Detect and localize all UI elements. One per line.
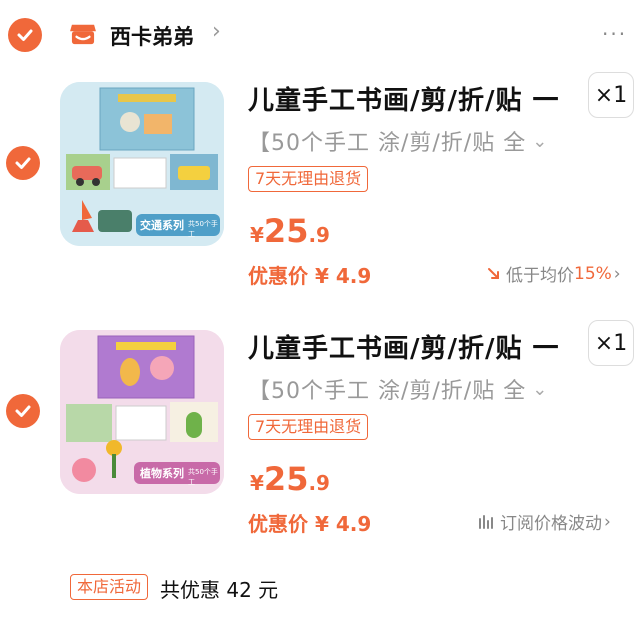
select-item-checkbox[interactable] — [6, 394, 40, 428]
check-icon — [15, 405, 31, 417]
price-integer: 25 — [263, 460, 309, 498]
price-currency: ¥ — [250, 223, 264, 247]
price-integer: 25 — [263, 212, 309, 250]
promo-price: 优惠价 ¥ 4.9 — [248, 512, 372, 536]
product-title[interactable]: 儿童手工书画/剪/折/贴 一 — [248, 80, 560, 117]
more-options-icon[interactable]: ··· — [602, 22, 627, 46]
price-decimal: .9 — [308, 471, 330, 495]
note-percent: 15% — [574, 263, 612, 284]
return-policy-badge: 7天无理由退货 — [248, 414, 369, 440]
promo-price: 优惠价 ¥ 4.9 — [248, 264, 372, 288]
select-item-checkbox[interactable] — [6, 146, 40, 180]
note-chevron-icon: › — [604, 511, 611, 532]
return-policy-badge: 7天无理由退货 — [248, 166, 369, 192]
quantity-button[interactable]: ×1 — [588, 72, 634, 118]
product-price: ¥25.9 — [250, 212, 330, 250]
thumbnail-caption: 植物系列 — [140, 467, 184, 480]
dropdown-chevron-icon: ⌄ — [532, 378, 548, 400]
product-spec-text: 【50个手工 涂/剪/折/贴 全 — [248, 379, 527, 404]
shop-name[interactable]: 西卡弟弟 — [110, 21, 194, 51]
price-currency: ¥ — [250, 471, 264, 495]
thumbnail-caption: 交通系列 — [140, 219, 184, 232]
price-decimal: .9 — [308, 223, 330, 247]
price-chart-icon — [479, 514, 493, 529]
trend-down-icon — [488, 267, 499, 279]
total-discount-text: 共优惠 42 元 — [160, 578, 279, 602]
subscribe-price-alert[interactable]: 订阅价格波动 › — [478, 509, 611, 534]
shop-chevron-icon[interactable]: › — [212, 19, 221, 44]
shop-store-icon — [68, 22, 98, 50]
dropdown-chevron-icon: ⌄ — [532, 130, 548, 152]
thumbnail-subcaption: 共50个手工 — [188, 468, 218, 486]
select-shop-checkbox[interactable] — [8, 18, 42, 52]
note-chevron-icon: › — [613, 263, 621, 284]
quantity-button[interactable]: ×1 — [588, 320, 634, 366]
product-thumbnail[interactable]: 交通系列 共50个手工 — [60, 82, 224, 246]
product-title[interactable]: 儿童手工书画/剪/折/贴 一 — [248, 328, 560, 365]
product-spec-selector[interactable]: 【50个手工 涂/剪/折/贴 全 ⌄ — [248, 125, 547, 157]
below-average-price-note[interactable]: 低于均价 15% › — [486, 261, 621, 286]
store-activity-tag: 本店活动 — [70, 574, 149, 600]
product-price: ¥25.9 — [250, 460, 330, 498]
note-prefix: 低于均价 — [506, 266, 574, 286]
check-icon — [15, 157, 31, 169]
product-spec-text: 【50个手工 涂/剪/折/贴 全 — [248, 131, 527, 156]
check-icon — [17, 29, 33, 41]
subscribe-text: 订阅价格波动 — [500, 514, 602, 534]
thumbnail-subcaption: 共50个手工 — [188, 220, 218, 238]
product-thumbnail[interactable]: 植物系列 共50个手工 — [60, 330, 224, 494]
product-spec-selector[interactable]: 【50个手工 涂/剪/折/贴 全 ⌄ — [248, 373, 547, 405]
